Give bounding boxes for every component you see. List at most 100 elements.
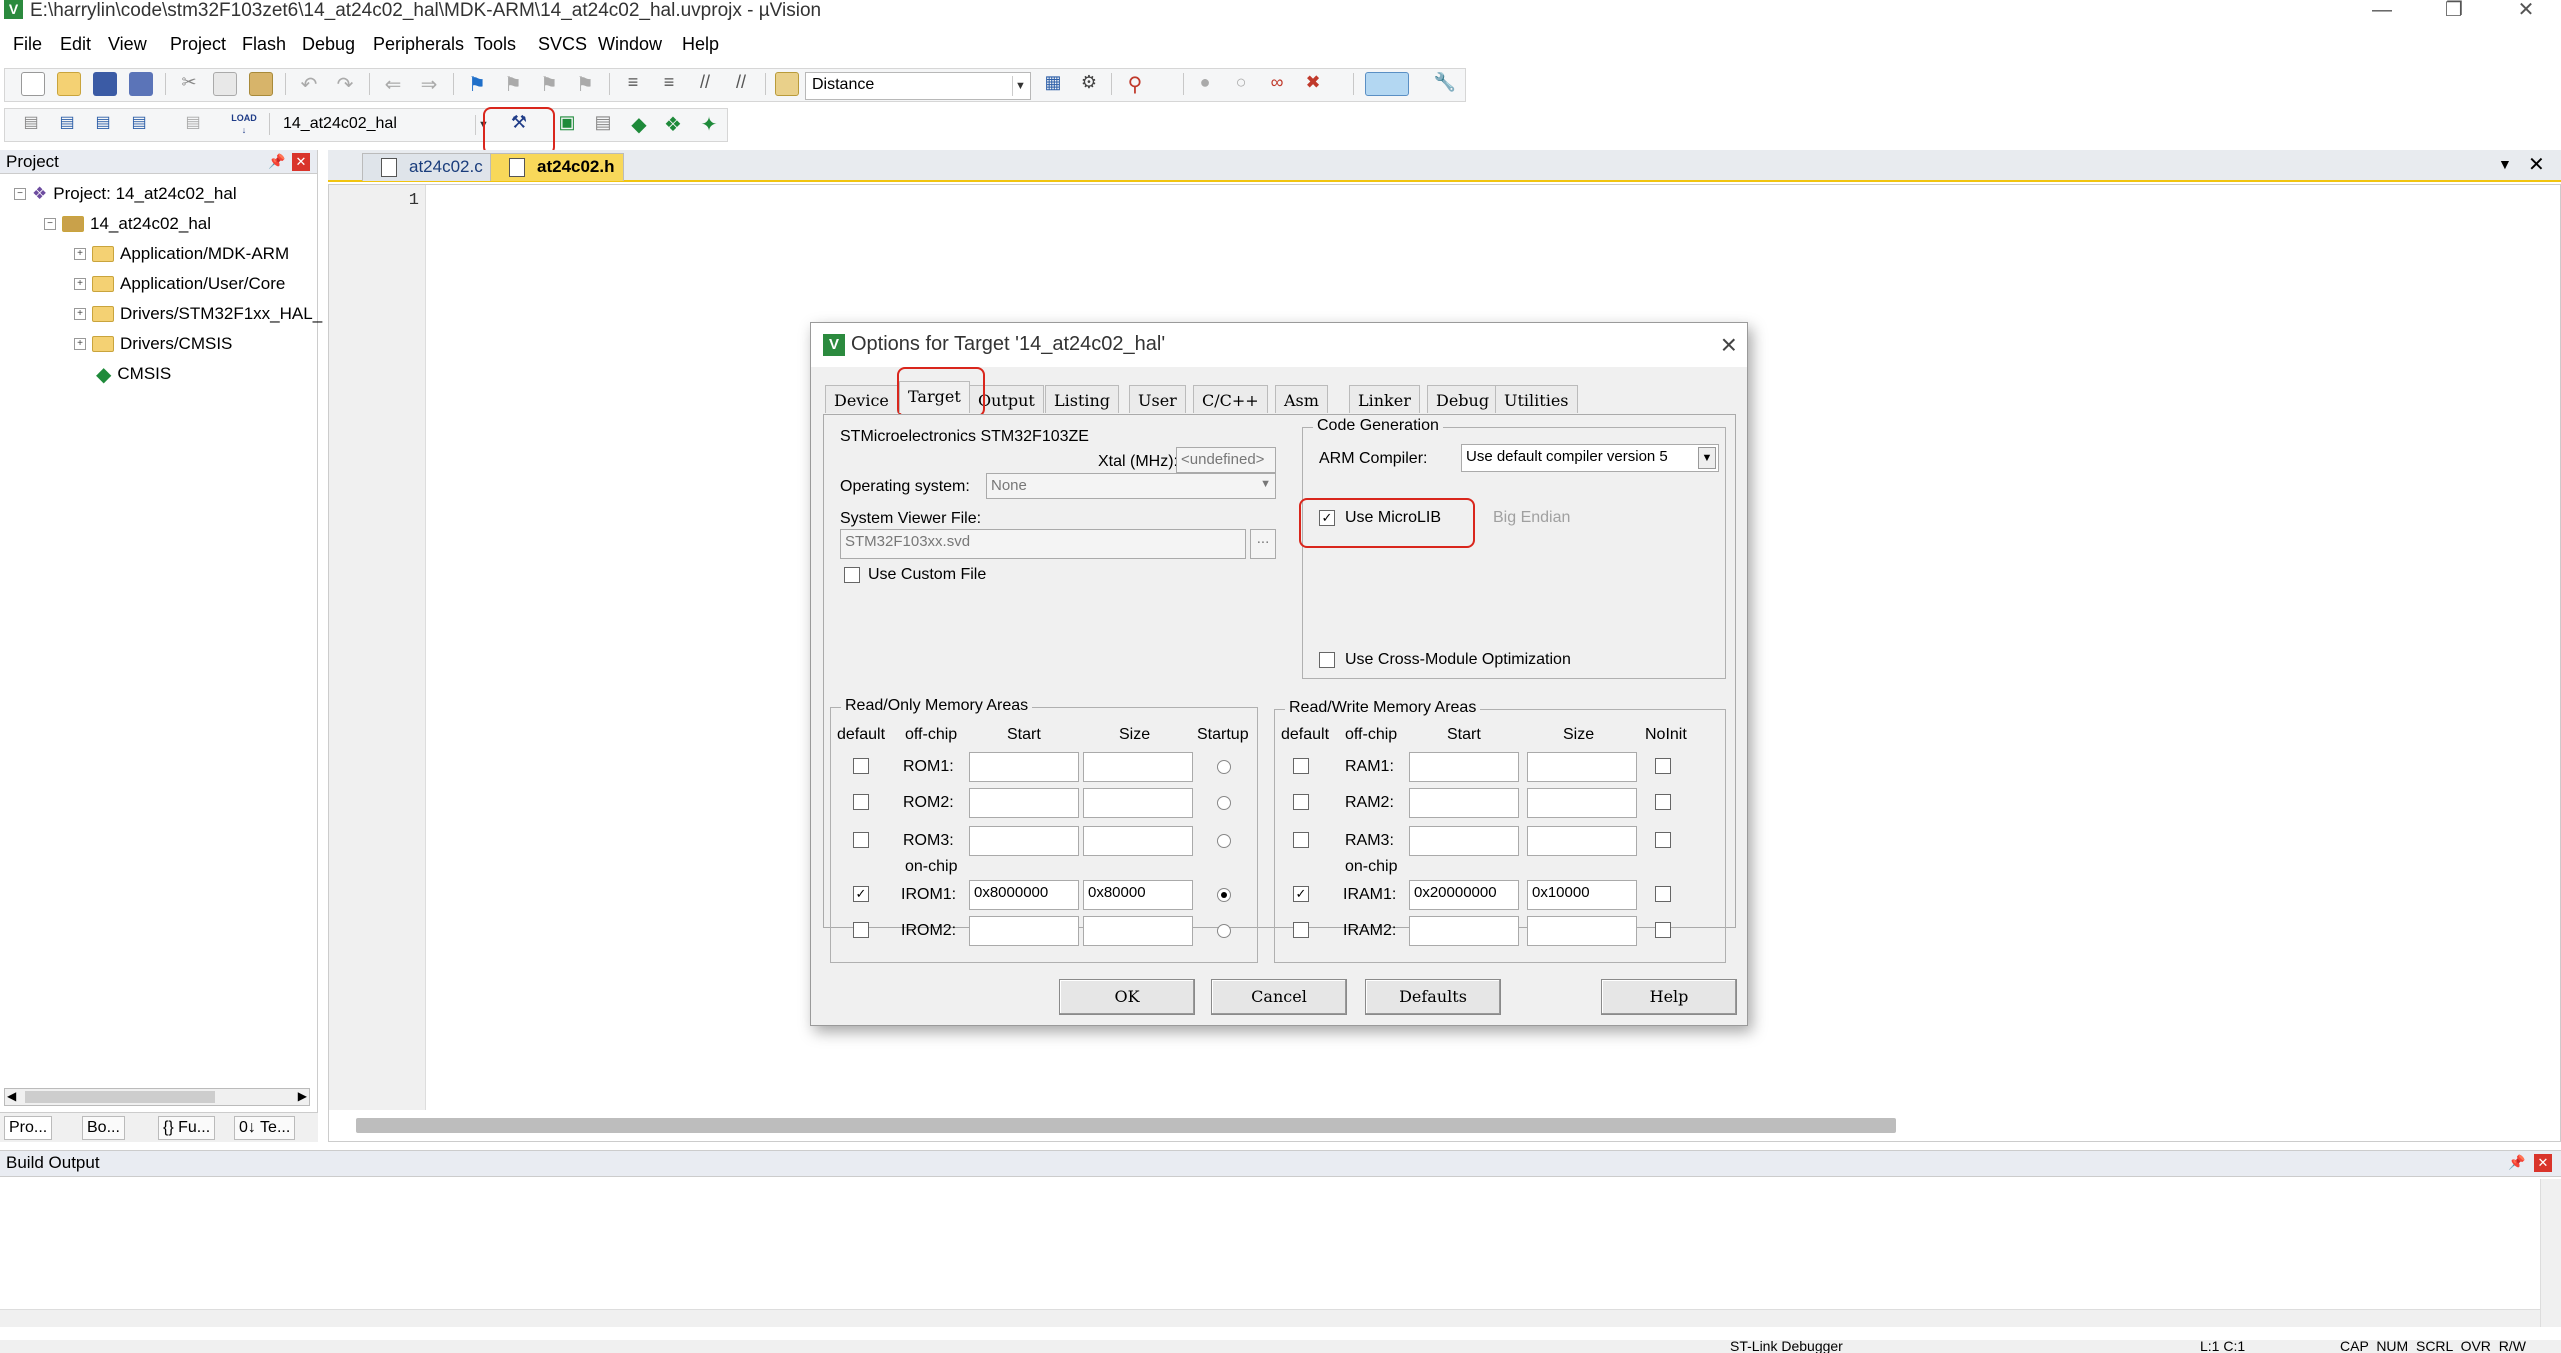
rom3-size-input[interactable] — [1083, 826, 1193, 856]
irom1-size-input[interactable]: 0x80000 — [1083, 880, 1193, 910]
next-bookmark-icon[interactable]: ⚑ — [537, 72, 561, 96]
ram2-start-input[interactable] — [1409, 788, 1519, 818]
iram1-start-input[interactable]: 0x20000000 — [1409, 880, 1519, 910]
ram3-start-input[interactable] — [1409, 826, 1519, 856]
scroll-right-icon[interactable]: ▶ — [298, 1089, 307, 1103]
rom3-startup-radio[interactable] — [1217, 834, 1231, 848]
tab-project[interactable]: Pro... — [4, 1116, 53, 1140]
tree-item-project[interactable]: − ❖ Project: 14_at24c02_hal — [14, 181, 237, 207]
irom2-size-input[interactable] — [1083, 916, 1193, 946]
expand-icon[interactable]: + — [74, 278, 86, 290]
rom1-default-checkbox[interactable] — [853, 758, 869, 774]
iram1-default-checkbox[interactable]: ✓ — [1293, 886, 1309, 902]
window-layout-icon[interactable] — [1365, 72, 1409, 96]
menu-file[interactable]: File — [13, 34, 42, 55]
svd-file-input[interactable]: STM32F103xx.svd — [840, 529, 1246, 559]
restore-icon[interactable]: ❐ — [2434, 0, 2474, 22]
close-tab-icon[interactable]: ✕ — [2528, 152, 2545, 177]
menu-edit[interactable]: Edit — [60, 34, 91, 55]
help-button[interactable]: Help — [1601, 979, 1737, 1015]
rom1-startup-radio[interactable] — [1217, 760, 1231, 774]
tab-functions[interactable]: {} Fu... — [158, 1116, 216, 1140]
clear-bookmarks-icon[interactable]: ⚑ — [573, 72, 597, 96]
ram3-noinit-checkbox[interactable] — [1655, 832, 1671, 848]
os-select[interactable]: None ▼ — [986, 473, 1276, 499]
editor-tab-active[interactable]: at24c02.h — [490, 153, 624, 181]
tree-item-group[interactable]: + Drivers/STM32F1xx_HAL_ — [74, 301, 322, 327]
new-file-icon[interactable] — [21, 72, 45, 96]
tab-templates[interactable]: 0↓ Te... — [234, 1116, 296, 1140]
irom2-default-checkbox[interactable] — [853, 922, 869, 938]
tab-c-cpp[interactable]: C/C++ — [1193, 385, 1268, 413]
expand-icon[interactable]: + — [74, 338, 86, 350]
close-icon[interactable]: ✕ — [292, 153, 310, 171]
prev-bookmark-icon[interactable]: ⚑ — [501, 72, 525, 96]
svd-browse-button[interactable]: ... — [1250, 529, 1276, 559]
tree-item-cmsis[interactable]: ◆ CMSIS — [96, 361, 171, 387]
menu-flash[interactable]: Flash — [242, 34, 286, 55]
build-output-hscrollbar[interactable] — [0, 1309, 2540, 1327]
cross-module-optimization-checkbox[interactable] — [1319, 652, 1335, 668]
chevron-down-icon[interactable]: ▼ — [1012, 76, 1028, 96]
scroll-left-icon[interactable]: ◀ — [7, 1089, 16, 1103]
editor-horizontal-scrollbar[interactable] — [356, 1118, 1896, 1133]
close-icon[interactable]: × — [1721, 329, 1737, 361]
open-file-icon[interactable] — [57, 72, 81, 96]
chevron-down-icon[interactable]: ▼ — [1698, 447, 1716, 469]
iram1-noinit-checkbox[interactable] — [1655, 886, 1671, 902]
options-for-target-icon[interactable]: ⚒ — [507, 112, 531, 136]
collapse-icon[interactable]: − — [14, 188, 26, 200]
menu-project[interactable]: Project — [170, 34, 226, 55]
ram1-size-input[interactable] — [1527, 752, 1637, 782]
tab-list-dropdown-icon[interactable]: ▼ — [2498, 156, 2512, 172]
navigate-back-icon[interactable]: ⇐ — [381, 72, 405, 96]
expand-icon[interactable]: + — [74, 248, 86, 260]
find-combo[interactable]: Distance ▼ — [805, 72, 1031, 100]
manage-multi-project-icon[interactable]: ▤ — [591, 112, 615, 136]
tab-device[interactable]: Device — [825, 385, 898, 413]
cut-icon[interactable]: ✂ — [177, 72, 201, 96]
rebuild-icon[interactable]: ▤ — [91, 112, 115, 136]
batch-build-icon[interactable]: ▤ — [127, 112, 151, 136]
tab-debug[interactable]: Debug — [1427, 385, 1499, 413]
irom1-start-input[interactable]: 0x8000000 — [969, 880, 1079, 910]
tab-user[interactable]: User — [1129, 385, 1186, 413]
minimize-icon[interactable]: — — [2362, 0, 2402, 22]
ram2-noinit-checkbox[interactable] — [1655, 794, 1671, 810]
tab-linker[interactable]: Linker — [1349, 385, 1420, 413]
tree-item-group[interactable]: + Application/User/Core — [74, 271, 285, 297]
undo-icon[interactable]: ↶ — [297, 72, 321, 96]
menu-peripherals[interactable]: Peripherals — [373, 34, 464, 55]
iram2-size-input[interactable] — [1527, 916, 1637, 946]
comment-icon[interactable]: // — [693, 72, 717, 96]
collapse-icon[interactable]: − — [44, 218, 56, 230]
disable-all-breakpoints-icon[interactable]: ∞ — [1265, 72, 1289, 96]
save-all-icon[interactable] — [129, 72, 153, 96]
tree-item-group[interactable]: + Drivers/CMSIS — [74, 331, 232, 357]
tab-utilities[interactable]: Utilities — [1495, 385, 1578, 413]
menu-debug[interactable]: Debug — [302, 34, 355, 55]
save-icon[interactable] — [93, 72, 117, 96]
manage-project-items-icon[interactable]: ▣ — [555, 112, 579, 136]
navigate-forward-icon[interactable]: ⇒ — [417, 72, 441, 96]
debug-session-icon[interactable]: ⚲ — [1123, 72, 1147, 96]
indent-icon[interactable]: ≡ — [621, 72, 645, 96]
menu-help[interactable]: Help — [682, 34, 719, 55]
tree-item-target[interactable]: − 14_at24c02_hal — [44, 211, 211, 237]
iram2-noinit-checkbox[interactable] — [1655, 922, 1671, 938]
irom1-default-checkbox[interactable]: ✓ — [853, 886, 869, 902]
insert-breakpoint-icon[interactable]: ● — [1193, 72, 1217, 96]
kill-all-breakpoints-icon[interactable]: ✖ — [1301, 72, 1325, 96]
close-window-icon[interactable]: ✕ — [2506, 0, 2546, 22]
scrollbar-thumb[interactable] — [25, 1091, 215, 1103]
rom2-startup-radio[interactable] — [1217, 796, 1231, 810]
build-icon[interactable]: ▤ — [55, 112, 79, 136]
rom2-size-input[interactable] — [1083, 788, 1193, 818]
expand-icon[interactable]: + — [74, 308, 86, 320]
ok-button[interactable]: OK — [1059, 979, 1195, 1015]
unindent-icon[interactable]: ≡ — [657, 72, 681, 96]
ram2-size-input[interactable] — [1527, 788, 1637, 818]
download-icon[interactable]: LOAD ↓ — [229, 112, 259, 136]
configure-icon[interactable]: 🔧 — [1433, 72, 1457, 96]
select-target-combo[interactable]: 14_at24c02_hal ▼ — [277, 112, 493, 140]
